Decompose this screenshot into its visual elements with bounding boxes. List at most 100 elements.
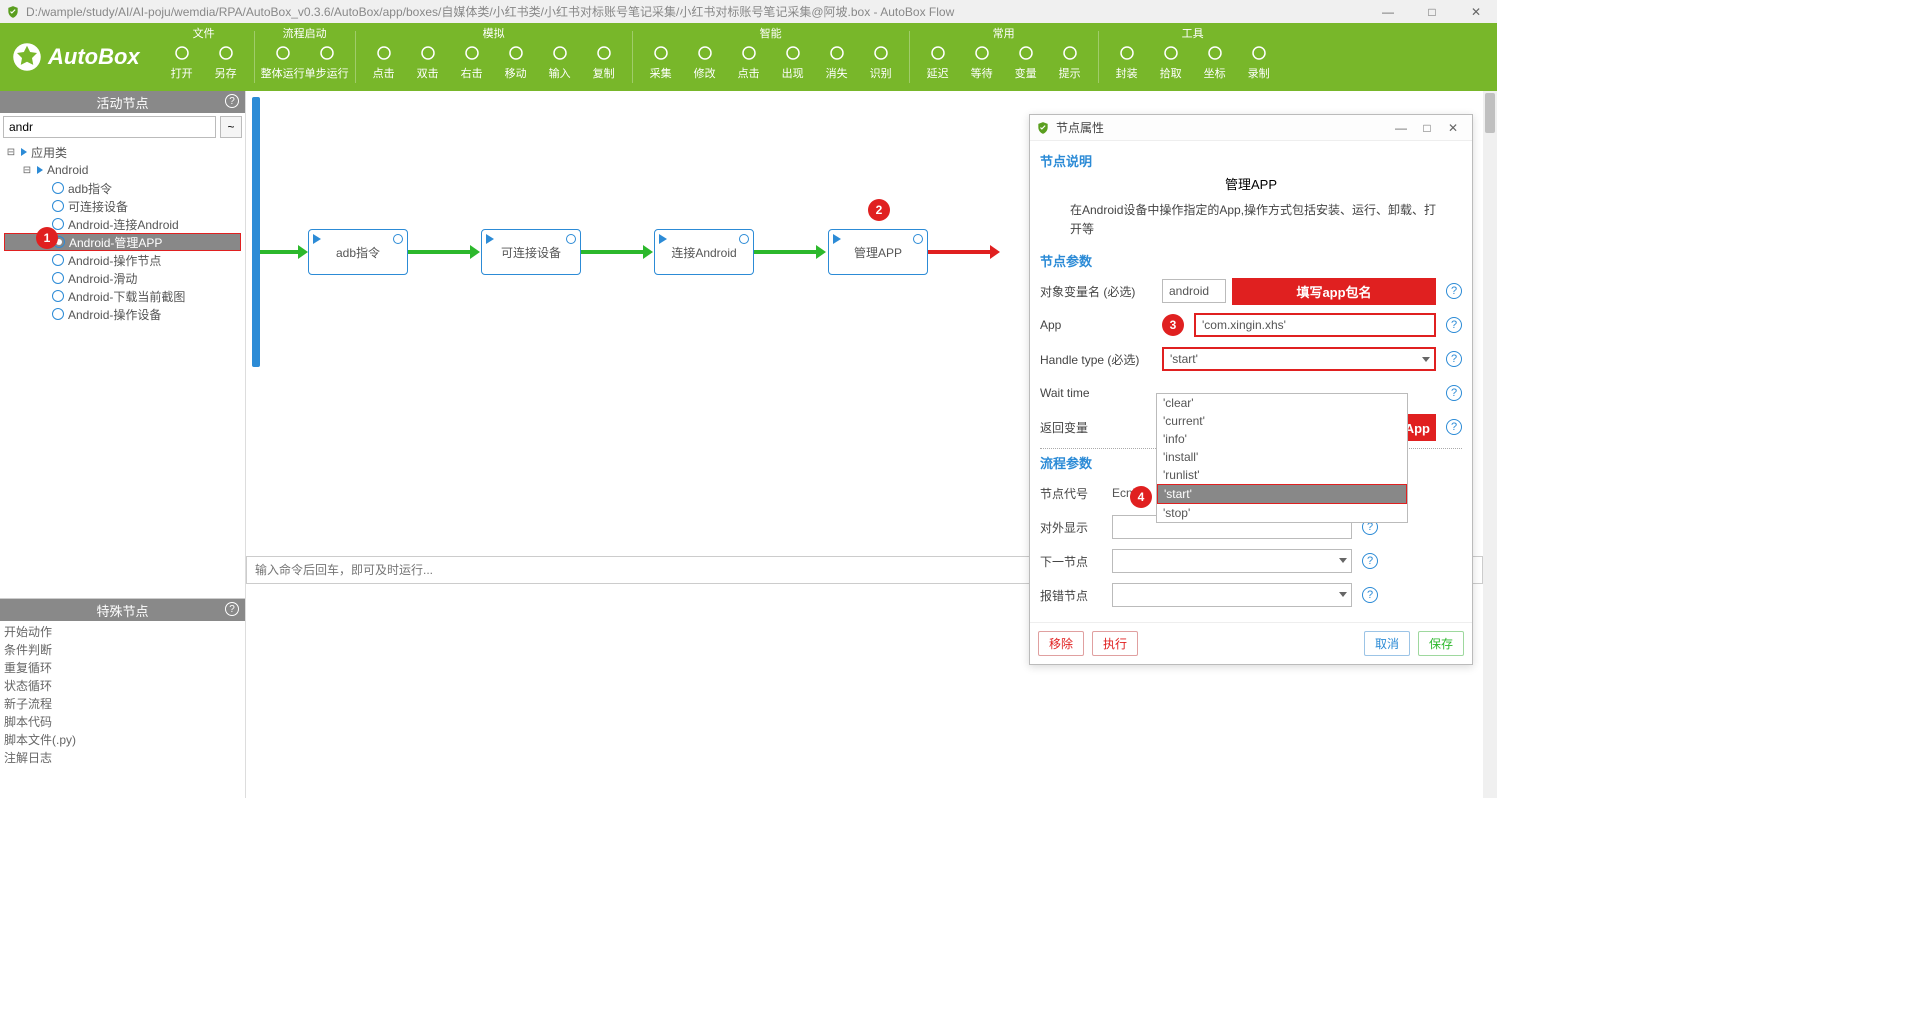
ribbon-item[interactable]: 打开 — [160, 43, 204, 81]
run-button[interactable]: 执行 — [1092, 631, 1138, 656]
dropdown-option[interactable]: 'install' — [1157, 448, 1407, 466]
flow-node[interactable]: 可连接设备 — [481, 229, 581, 275]
help-icon[interactable]: ? — [1446, 317, 1462, 333]
flow-node[interactable]: 连接Android — [654, 229, 754, 275]
titlebar: D:/wample/study/AI/AI-poju/wemdia/RPA/Au… — [0, 0, 1497, 23]
ribbon-item-label: 另存 — [215, 65, 237, 81]
dropdown-option[interactable]: 'clear' — [1157, 394, 1407, 412]
special-node-item[interactable]: 条件判断 — [4, 641, 241, 659]
dropdown-option[interactable]: 'current' — [1157, 412, 1407, 430]
special-node-item[interactable]: 状态循环 — [4, 677, 241, 695]
ribbon-item[interactable]: 消失 — [815, 43, 859, 81]
close-button[interactable]: ✕ — [1461, 5, 1491, 19]
tree-item[interactable]: Android-滑动 — [4, 269, 241, 287]
ribbon-item-label: 右击 — [461, 65, 483, 81]
special-node-item[interactable]: 开始动作 — [4, 623, 241, 641]
dropdown-option[interactable]: 'runlist' — [1157, 466, 1407, 484]
search-row: ~ — [0, 113, 245, 141]
special-node-item[interactable]: 脚本文件(.py) — [4, 731, 241, 749]
ribbon-item[interactable]: 封装 — [1105, 43, 1149, 81]
panel-maximize-button[interactable]: □ — [1414, 121, 1440, 135]
special-node-item[interactable]: 注解日志 — [4, 749, 241, 767]
app-input[interactable]: 'com.xingin.xhs' — [1194, 313, 1436, 337]
ribbon-item[interactable]: 变量 — [1004, 43, 1048, 81]
canvas-scrollbar[interactable] — [1483, 91, 1497, 798]
special-node-item[interactable]: 脚本代码 — [4, 713, 241, 731]
tree-item[interactable]: adb指令 — [4, 179, 241, 197]
ribbon-item[interactable]: 复制 — [582, 43, 626, 81]
next-node-select[interactable] — [1112, 549, 1352, 573]
expander-icon[interactable]: ⊟ — [6, 147, 16, 158]
ribbon-item[interactable]: 另存 — [204, 43, 248, 81]
play-icon — [486, 234, 494, 244]
ribbon-item[interactable]: 点击 — [362, 43, 406, 81]
param-label: 节点代号 — [1040, 485, 1106, 502]
tree-item[interactable]: ⊟Android — [4, 161, 241, 179]
ribbon-item[interactable]: 录制 — [1237, 43, 1281, 81]
tree-item[interactable]: Android-操作节点 — [4, 251, 241, 269]
delete-button[interactable]: 移除 — [1038, 631, 1084, 656]
special-node-item[interactable]: 新子流程 — [4, 695, 241, 713]
dropdown-option[interactable]: 'stop' — [1157, 504, 1407, 522]
minimize-button[interactable]: — — [1373, 5, 1403, 19]
panel-minimize-button[interactable]: — — [1388, 121, 1414, 135]
flow-row-error: 报错节点 ? — [1040, 578, 1462, 612]
help-icon[interactable]: ? — [1446, 351, 1462, 367]
ribbon-group-title: 流程启动 — [261, 25, 349, 43]
tree-item[interactable]: 可连接设备 — [4, 197, 241, 215]
handle-type-select[interactable]: 'start' — [1162, 347, 1436, 371]
expander-icon[interactable]: ⊟ — [22, 165, 32, 176]
ribbon-item[interactable]: 坐标 — [1193, 43, 1237, 81]
cancel-button[interactable]: 取消 — [1364, 631, 1410, 656]
tree-item[interactable]: Android-下载当前截图 — [4, 287, 241, 305]
special-node-item[interactable]: 重复循环 — [4, 659, 241, 677]
param-row-app: App 3 'com.xingin.xhs' ? — [1040, 308, 1462, 342]
help-icon[interactable]: ? — [1362, 587, 1378, 603]
ribbon-item[interactable]: 出现 — [771, 43, 815, 81]
flow-node[interactable]: adb指令 — [308, 229, 408, 275]
ribbon-group-title: 模拟 — [362, 25, 626, 43]
tree-item[interactable]: ⊟应用类 — [4, 143, 241, 161]
flow-node-label: adb指令 — [336, 244, 380, 261]
help-icon[interactable]: ? — [225, 94, 239, 108]
object-var-input[interactable]: android — [1162, 279, 1226, 303]
help-icon[interactable]: ? — [1362, 553, 1378, 569]
start-bar[interactable] — [252, 97, 260, 367]
ribbon-item[interactable]: 采集 — [639, 43, 683, 81]
maximize-button[interactable]: □ — [1417, 5, 1447, 19]
panel-close-button[interactable]: ✕ — [1440, 121, 1466, 135]
tilde-button[interactable]: ~ — [220, 116, 242, 138]
help-icon[interactable]: ? — [1446, 385, 1462, 401]
tree-item-label: adb指令 — [68, 180, 112, 197]
ribbon-item[interactable]: 拾取 — [1149, 43, 1193, 81]
flow-node[interactable]: 管理APP — [828, 229, 928, 275]
ribbon-item[interactable]: 修改 — [683, 43, 727, 81]
ribbon-item[interactable]: 识别 — [859, 43, 903, 81]
tree-item[interactable]: Android-操作设备 — [4, 305, 241, 323]
gear-icon — [52, 182, 64, 194]
ribbon-item-icon — [1119, 43, 1135, 63]
ribbon-item[interactable]: 输入 — [538, 43, 582, 81]
ribbon-item-label: 消失 — [826, 65, 848, 81]
ribbon-item[interactable]: 双击 — [406, 43, 450, 81]
flow-arrow — [754, 250, 818, 254]
error-node-select[interactable] — [1112, 583, 1352, 607]
ribbon-item[interactable]: 整体运行 — [261, 43, 305, 81]
ribbon-item[interactable]: 点击 — [727, 43, 771, 81]
save-button[interactable]: 保存 — [1418, 631, 1464, 656]
help-icon[interactable]: ? — [1446, 283, 1462, 299]
ribbon-item[interactable]: 延迟 — [916, 43, 960, 81]
ribbon-item[interactable]: 右击 — [450, 43, 494, 81]
ribbon-item-label: 等待 — [971, 65, 993, 81]
search-input[interactable] — [3, 116, 216, 138]
help-icon[interactable]: ? — [225, 602, 239, 616]
dropdown-option[interactable]: 'start' — [1157, 484, 1407, 504]
ribbon-item[interactable]: 移动 — [494, 43, 538, 81]
ribbon-group-title: 智能 — [639, 25, 903, 43]
ribbon-group: 工具封装拾取坐标录制 — [1101, 23, 1285, 91]
ribbon-item[interactable]: 单步运行 — [305, 43, 349, 81]
help-icon[interactable]: ? — [1446, 419, 1462, 435]
ribbon-item[interactable]: 等待 — [960, 43, 1004, 81]
dropdown-option[interactable]: 'info' — [1157, 430, 1407, 448]
ribbon-item[interactable]: 提示 — [1048, 43, 1092, 81]
